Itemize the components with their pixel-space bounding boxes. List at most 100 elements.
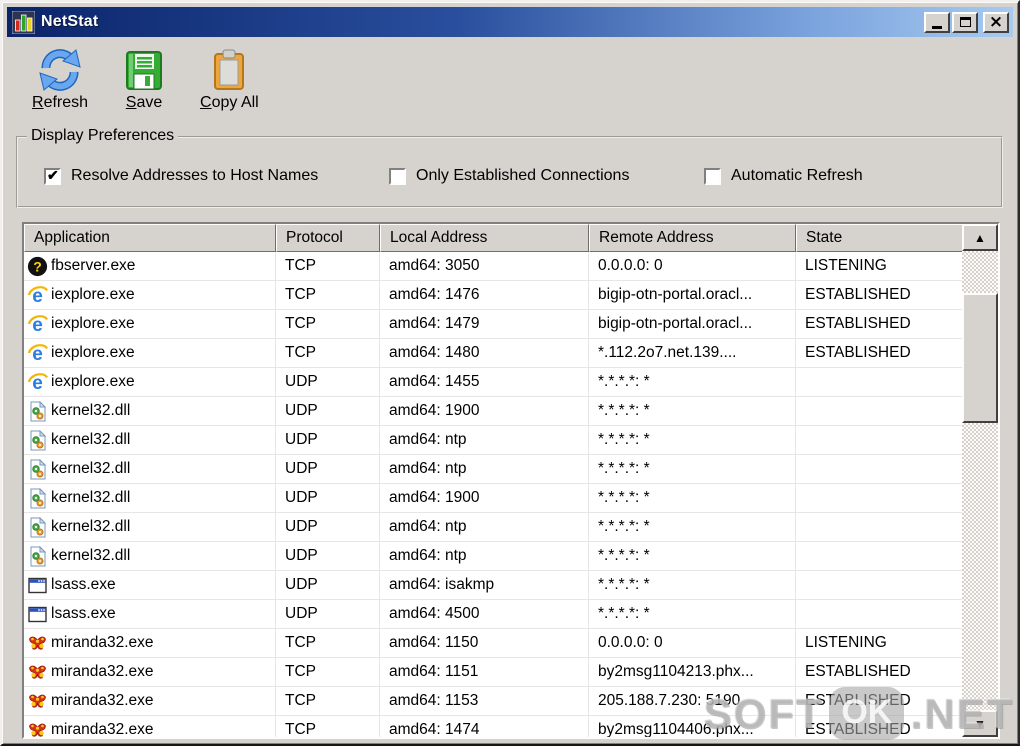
automatic-refresh-option[interactable]: Automatic Refresh <box>704 167 863 185</box>
display-preferences-group: Display Preferences Resolve Addresses to… <box>16 127 1003 208</box>
table-row[interactable]: kernel32.dll UDP amd64: 1900 *.*.*.*: * <box>24 484 962 513</box>
column-header-application[interactable]: Application <box>24 224 276 252</box>
table-row[interactable]: miranda32.exe TCP amd64: 1153 205.188.7.230… <box>24 687 962 716</box>
save-button[interactable]: Save <box>116 46 172 114</box>
column-header-remote-address[interactable]: Remote Address <box>589 224 796 252</box>
application-name: iexplore.exe <box>51 344 135 361</box>
table-row[interactable]: miranda32.exe TCP amd64: 1151 by2msg1104213… <box>24 658 962 687</box>
chevron-up-icon: ▲ <box>974 230 986 245</box>
application-name: miranda32.exe <box>51 692 154 709</box>
protocol-cell: TCP <box>276 252 380 281</box>
application-cell: kernel32.dll <box>24 542 276 571</box>
table-row[interactable]: kernel32.dll UDP amd64: ntp *.*.*.*: * <box>24 542 962 571</box>
copy-all-button[interactable]: Copy All <box>194 46 265 114</box>
state-cell <box>796 368 962 397</box>
protocol-cell: UDP <box>276 571 380 600</box>
state-cell <box>796 542 962 571</box>
butterfly-icon <box>27 720 48 738</box>
application-name: kernel32.dll <box>51 547 131 564</box>
application-cell: kernel32.dll <box>24 513 276 542</box>
protocol-cell: TCP <box>276 687 380 716</box>
dll-icon <box>27 487 48 509</box>
application-cell: kernel32.dll <box>24 455 276 484</box>
svg-text:?: ? <box>33 258 42 274</box>
table-row[interactable]: lsass.exe UDP amd64: isakmp *.*.*.*: * <box>24 571 962 600</box>
remote-address-cell: *.*.*.*: * <box>589 571 796 600</box>
dll-icon <box>27 545 48 567</box>
protocol-cell: TCP <box>276 629 380 658</box>
table-row[interactable]: kernel32.dll UDP amd64: 1900 *.*.*.*: * <box>24 397 962 426</box>
table-row[interactable]: miranda32.exe TCP amd64: 1150 0.0.0.0: 0 LIS… <box>24 629 962 658</box>
butterfly-icon <box>27 662 48 683</box>
protocol-cell: UDP <box>276 368 380 397</box>
close-icon: × <box>988 11 1004 32</box>
remote-address-cell: *.*.*.*: * <box>589 513 796 542</box>
scroll-down-button[interactable]: ▼ <box>962 710 998 737</box>
application-cell: miranda32.exe <box>24 658 276 687</box>
maximize-icon <box>959 17 971 27</box>
copy-all-icon <box>207 48 251 92</box>
table-row[interactable]: kernel32.dll UDP amd64: ntp *.*.*.*: * <box>24 513 962 542</box>
protocol-cell: UDP <box>276 600 380 629</box>
automatic-refresh-checkbox[interactable] <box>704 167 721 185</box>
protocol-cell: UDP <box>276 513 380 542</box>
only-established-option[interactable]: Only Established Connections <box>389 167 629 185</box>
scrollbar-thumb[interactable] <box>962 293 998 423</box>
resolve-addresses-option[interactable]: Resolve Addresses to Host Names <box>44 167 318 185</box>
table-row[interactable]: e iexplore.exe TCP amd64: 1476 bigip-otn-por… <box>24 281 962 310</box>
local-address-cell: amd64: 1150 <box>380 629 589 658</box>
remote-address-cell: by2msg1104213.phx... <box>589 658 796 687</box>
remote-address-cell: *.*.*.*: * <box>589 600 796 629</box>
table-row[interactable]: e iexplore.exe UDP amd64: 1455 *.*.*.*: * <box>24 368 962 397</box>
application-name: iexplore.exe <box>51 286 135 303</box>
ie-icon: e <box>27 372 48 393</box>
scroll-up-button[interactable]: ▲ <box>962 224 998 251</box>
dll-icon <box>27 458 48 480</box>
application-name: lsass.exe <box>51 576 116 593</box>
titlebar[interactable]: NetStat × <box>7 7 1013 37</box>
table-row[interactable]: kernel32.dll UDP amd64: ntp *.*.*.*: * <box>24 455 962 484</box>
table-row[interactable]: e iexplore.exe TCP amd64: 1479 bigip-otn-por… <box>24 310 962 339</box>
minimize-button[interactable] <box>924 11 950 33</box>
application-cell: e iexplore.exe <box>24 339 276 368</box>
vertical-scrollbar[interactable]: ▲ ▼ <box>962 224 998 737</box>
maximize-button[interactable] <box>952 11 978 33</box>
local-address-cell: amd64: 1900 <box>380 484 589 513</box>
close-button[interactable]: × <box>983 11 1009 33</box>
protocol-cell: UDP <box>276 397 380 426</box>
save-label: Save <box>125 94 163 111</box>
local-address-cell: amd64: ntp <box>380 513 589 542</box>
firebird-icon: ? <box>27 256 48 277</box>
column-header-protocol[interactable]: Protocol <box>276 224 380 252</box>
column-header-state[interactable]: State <box>796 224 962 252</box>
table-row[interactable]: miranda32.exe TCP amd64: 1474 by2msg1104406… <box>24 716 962 737</box>
application-cell: miranda32.exe <box>24 629 276 658</box>
refresh-button[interactable]: Refresh <box>26 46 94 114</box>
state-cell: ESTABLISHED <box>796 658 962 687</box>
table-row[interactable]: kernel32.dll UDP amd64: ntp *.*.*.*: * <box>24 426 962 455</box>
remote-address-cell: 205.188.7.230: 5190 <box>589 687 796 716</box>
state-cell: LISTENING <box>796 252 962 281</box>
chevron-down-icon: ▼ <box>974 716 986 731</box>
local-address-cell: amd64: 1476 <box>380 281 589 310</box>
column-header-local-address[interactable]: Local Address <box>380 224 589 252</box>
state-cell: ESTABLISHED <box>796 310 962 339</box>
butterfly-icon <box>27 633 48 654</box>
window-icon <box>27 575 48 596</box>
application-cell: e iexplore.exe <box>24 281 276 310</box>
local-address-cell: amd64: 1153 <box>380 687 589 716</box>
protocol-cell: UDP <box>276 484 380 513</box>
butterfly-icon <box>27 691 48 712</box>
dll-icon <box>27 516 48 538</box>
application-cell: kernel32.dll <box>24 484 276 513</box>
application-cell: ? fbserver.exe <box>24 252 276 281</box>
resolve-addresses-checkbox[interactable] <box>44 167 61 185</box>
table-row[interactable]: ? fbserver.exe TCP amd64: 3050 0.0.0.0: 0 LIS… <box>24 252 962 281</box>
scrollbar-track[interactable] <box>962 251 998 710</box>
state-cell: LISTENING <box>796 629 962 658</box>
table-row[interactable]: e iexplore.exe TCP amd64: 1480 *.112.2o7.net… <box>24 339 962 368</box>
table-row[interactable]: lsass.exe UDP amd64: 4500 *.*.*.*: * <box>24 600 962 629</box>
only-established-checkbox[interactable] <box>389 167 406 185</box>
local-address-cell: amd64: 1455 <box>380 368 589 397</box>
application-cell: miranda32.exe <box>24 687 276 716</box>
